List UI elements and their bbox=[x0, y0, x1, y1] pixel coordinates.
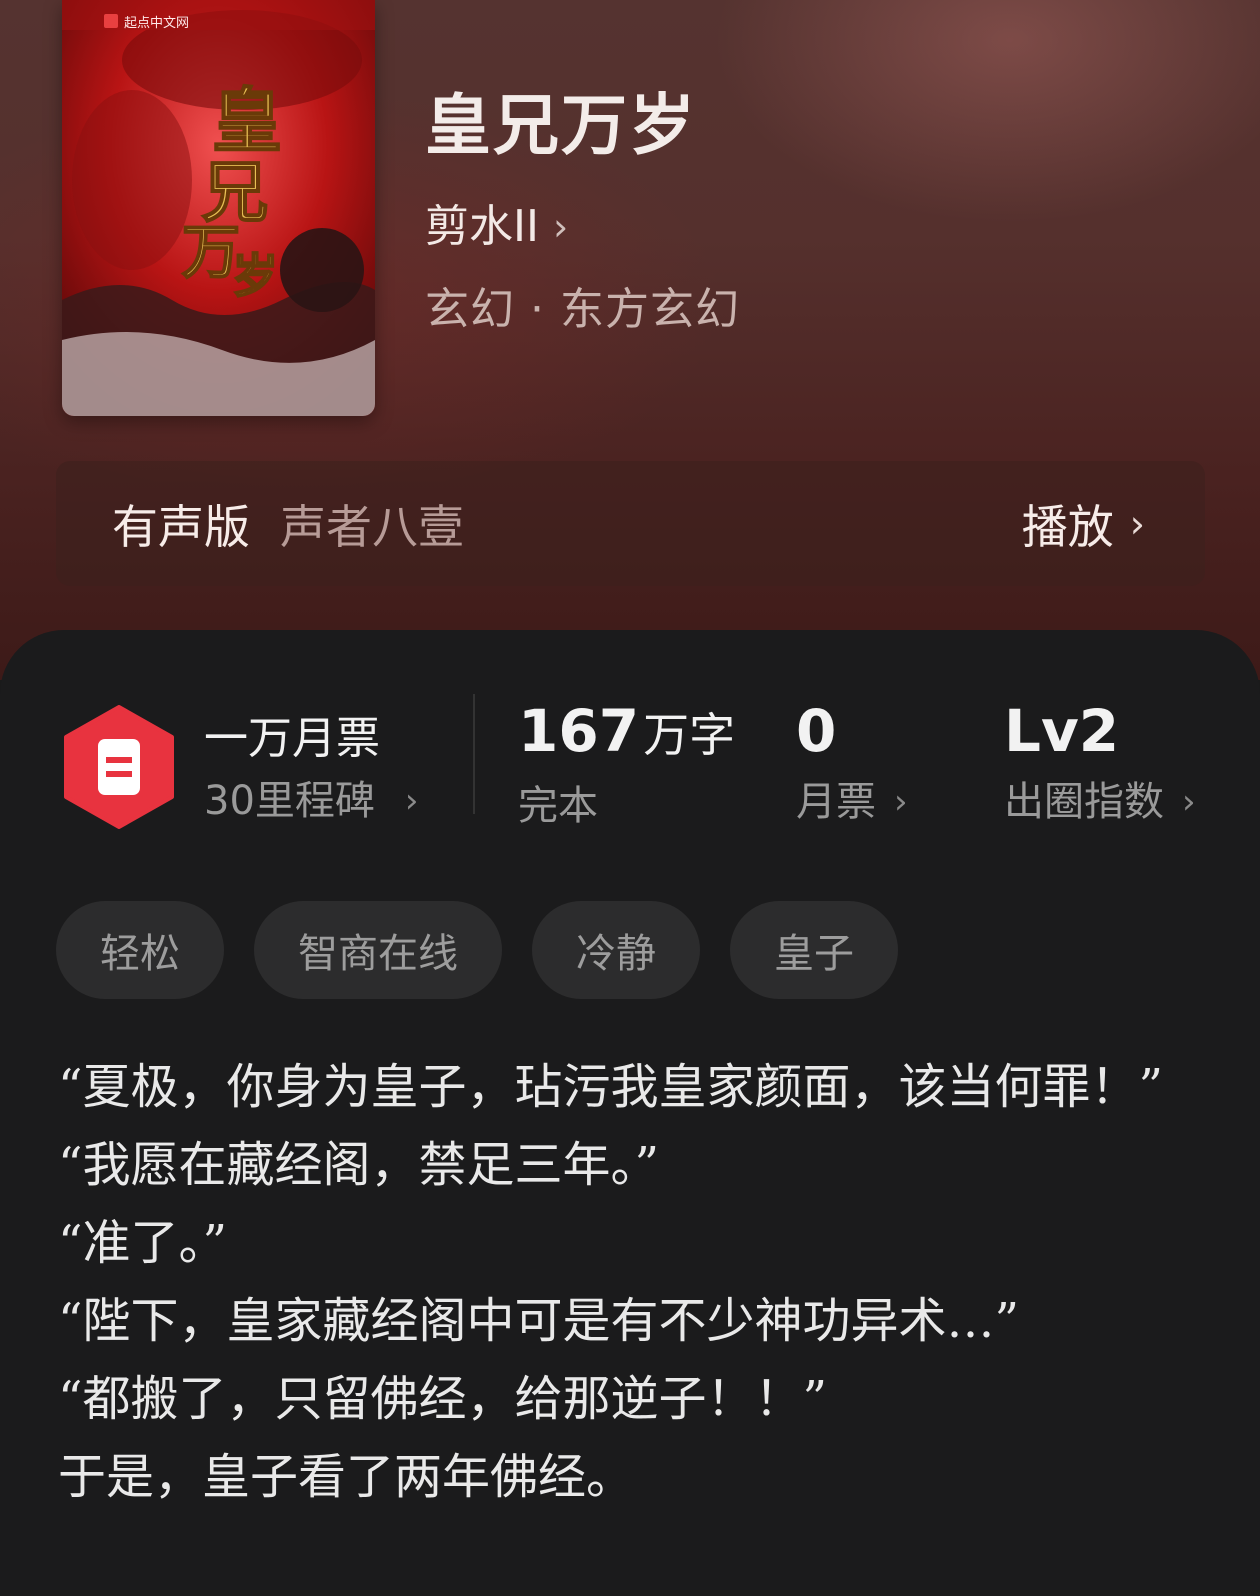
chevron-right-icon: › bbox=[404, 781, 419, 821]
word-count-unit: 万字 bbox=[643, 708, 736, 762]
cover-char-4: 岁 bbox=[232, 249, 278, 303]
synopsis-line: “都搬了，只留佛经，给那逆子！！” bbox=[58, 1371, 828, 1427]
milestone-link[interactable]: 30里程碑 › bbox=[204, 776, 419, 826]
chevron-right-icon: › bbox=[894, 782, 908, 822]
audio-narrator: 声者八壹 bbox=[280, 499, 464, 554]
play-label: 播放 bbox=[1021, 499, 1114, 554]
tag-list: 轻松 智商在线 冷静 皇子 bbox=[56, 901, 928, 999]
chevron-right-icon: › bbox=[1182, 782, 1196, 822]
popularity-label: 出圈指数 bbox=[1004, 779, 1164, 825]
word-count-stat: 167 万字 完本 bbox=[518, 696, 735, 834]
completion-status: 完本 bbox=[518, 783, 598, 829]
stats-divider bbox=[473, 694, 475, 814]
word-count-value: 167 bbox=[518, 697, 640, 765]
synopsis-line: “夏极，你身为皇子，玷污我皇家颜面，该当何罪！” bbox=[58, 1059, 1164, 1115]
book-genre: 玄幻 · 东方玄幻 bbox=[425, 284, 740, 335]
tag-chip[interactable]: 皇子 bbox=[730, 901, 898, 999]
synopsis-line: “陛下，皇家藏经阁中可是有不少神功异术…” bbox=[58, 1293, 1020, 1349]
book-synopsis[interactable]: “夏极，你身为皇子，玷污我皇家颜面，该当何罪！” “我愿在藏经阁，禁足三年。” … bbox=[58, 1048, 1208, 1516]
tag-chip[interactable]: 轻松 bbox=[56, 901, 224, 999]
milestone-label: 30里程碑 bbox=[204, 778, 375, 824]
audio-version-bar[interactable]: 有声版 声者八壹 播放 › bbox=[56, 461, 1205, 586]
monthly-ticket-value: 0 bbox=[796, 697, 837, 765]
monthly-ticket-title[interactable]: 一万月票 bbox=[204, 712, 380, 766]
tag-chip[interactable]: 冷静 bbox=[532, 901, 700, 999]
book-cover[interactable]: 起点中文网 皇 兄 万 岁 bbox=[62, 0, 375, 416]
tag-chip[interactable]: 智商在线 bbox=[254, 901, 502, 999]
audio-label: 有声版 bbox=[112, 499, 250, 554]
author-link[interactable]: 剪水II › bbox=[425, 200, 568, 254]
chevron-right-icon: › bbox=[552, 205, 569, 249]
ticket-icon[interactable] bbox=[62, 705, 176, 829]
author-name: 剪水II bbox=[425, 201, 539, 252]
popularity-level: Lv2 bbox=[1004, 697, 1120, 765]
play-button[interactable]: 播放 › bbox=[1022, 491, 1145, 557]
book-title: 皇兄万岁 bbox=[425, 86, 697, 164]
synopsis-line: 于是，皇子看了两年佛经。 bbox=[58, 1449, 635, 1505]
popularity-index-stat[interactable]: Lv2 出圈指数 › bbox=[1004, 696, 1196, 830]
chevron-right-icon: › bbox=[1129, 501, 1145, 546]
book-header: 起点中文网 皇 兄 万 岁 皇兄万岁 剪水II › 玄幻 · 东方玄幻 有声版 … bbox=[0, 0, 1260, 680]
monthly-ticket-stat[interactable]: 0 月票 › bbox=[796, 696, 908, 830]
synopsis-line: “准了。” bbox=[58, 1215, 228, 1271]
synopsis-line: “我愿在藏经阁，禁足三年。” bbox=[58, 1137, 660, 1193]
monthly-ticket-label: 月票 bbox=[796, 779, 876, 825]
book-cover-art: 起点中文网 皇 兄 万 岁 bbox=[62, 0, 375, 416]
cover-publisher: 起点中文网 bbox=[124, 16, 189, 31]
cover-char-1: 皇 bbox=[212, 79, 282, 162]
